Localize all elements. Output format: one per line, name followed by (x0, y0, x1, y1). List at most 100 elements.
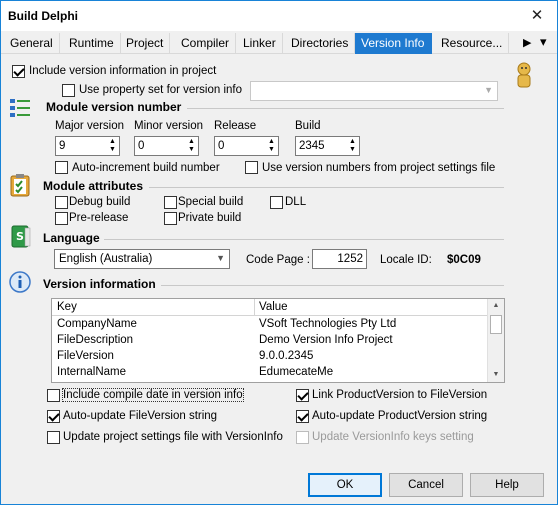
spin-arrows-icon[interactable]: ▲ ▼ (186, 138, 197, 154)
include-version-checkbox[interactable] (12, 65, 25, 78)
major-version-spinner[interactable]: 9 ▲ ▼ (55, 136, 120, 156)
numbered-list-icon (10, 99, 30, 117)
cancel-button[interactable]: Cancel (389, 473, 463, 497)
close-button[interactable]: ✕ (523, 5, 551, 27)
divider (187, 108, 504, 109)
update-versioninfo-keys-checkbox (296, 431, 309, 444)
table-row[interactable]: FileDescription Demo Version Info Projec… (52, 333, 488, 349)
scroll-down-icon[interactable]: ▼ (488, 368, 504, 382)
release-spinner[interactable]: 0 ▲ ▼ (214, 136, 279, 156)
chevron-down-icon: ▼ (216, 253, 225, 263)
build-label: Build (295, 120, 321, 132)
include-compile-date-label: Include compile date in version info (62, 388, 244, 402)
scroll-thumb[interactable] (490, 315, 502, 334)
auto-update-file-version-label: Auto-update FileVersion string (63, 410, 218, 422)
column-divider[interactable] (254, 299, 255, 316)
auto-increment-checkbox[interactable] (55, 161, 68, 174)
code-page-field[interactable]: 1252 (312, 249, 367, 269)
special-build-label: Special build (178, 196, 244, 208)
clipboard-icon (10, 174, 30, 197)
locale-id-label: Locale ID: (380, 254, 432, 266)
tab-menu-icon[interactable]: ▾ (540, 34, 547, 50)
dll-checkbox[interactable] (270, 196, 283, 209)
value-cell: VSoft Technologies Pty Ltd (259, 318, 397, 330)
tab-resource[interactable]: Resource... (435, 33, 510, 54)
column-header-value[interactable]: Value (259, 301, 288, 313)
language-book-icon: S (11, 225, 31, 248)
table-scrollbar[interactable]: ▲ ▼ (487, 299, 504, 382)
release-label: Release (214, 120, 257, 132)
ok-button[interactable]: OK (308, 473, 382, 497)
tab-general[interactable]: General (4, 33, 60, 54)
update-versioninfo-keys-label: Update VersionInfo keys setting (312, 431, 474, 443)
help-button[interactable]: Help (470, 473, 544, 497)
major-version-label: Major version (55, 120, 125, 132)
column-header-key[interactable]: Key (57, 301, 77, 313)
debug-build-label: Debug build (69, 196, 131, 208)
table-header: Key Value (52, 299, 488, 316)
tab-scroll-right-icon[interactable]: ▶ (523, 36, 531, 49)
value-cell: Demo Version Info Project (259, 334, 393, 346)
build-spinner[interactable]: 2345 ▲ ▼ (295, 136, 360, 156)
key-cell: CompanyName (57, 318, 137, 330)
tab-project[interactable]: Project (120, 33, 171, 54)
divider (161, 285, 504, 286)
language-combo[interactable]: English (Australia) ▼ (54, 249, 230, 269)
use-property-set-label: Use property set for version info (79, 84, 242, 96)
person-icon (517, 62, 531, 88)
minor-version-spinner[interactable]: 0 ▲ ▼ (134, 136, 199, 156)
auto-update-file-version-checkbox[interactable] (47, 410, 60, 423)
tab-linker[interactable]: Linker (237, 33, 283, 54)
update-project-settings-checkbox[interactable] (47, 431, 60, 444)
info-icon (9, 271, 31, 293)
auto-update-product-version-label: Auto-update ProductVersion string (312, 410, 488, 422)
update-project-settings-label: Update project settings file with Versio… (63, 431, 283, 443)
use-property-set-checkbox[interactable] (62, 84, 75, 97)
svg-text:S: S (16, 230, 24, 243)
spin-arrows-icon[interactable]: ▲ ▼ (347, 138, 358, 154)
divider (104, 239, 504, 240)
divider (149, 187, 504, 188)
code-page-label: Code Page : (246, 254, 310, 266)
language-title: Language (43, 231, 100, 245)
include-version-label: Include version information in project (29, 65, 217, 77)
window-title: Build Delphi (8, 9, 78, 23)
private-build-checkbox[interactable] (164, 212, 177, 225)
spin-arrows-icon[interactable]: ▲ ▼ (107, 138, 118, 154)
chevron-down-icon: ▼ (484, 85, 493, 95)
tab-compiler[interactable]: Compiler (175, 33, 237, 54)
key-cell: FileDescription (57, 334, 134, 346)
table-row[interactable]: FileVersion 9.0.0.2345 (52, 349, 488, 365)
debug-build-checkbox[interactable] (55, 196, 68, 209)
tab-version-info[interactable]: Version Info (355, 33, 432, 54)
auto-update-product-version-checkbox[interactable] (296, 410, 309, 423)
value-cell: EdumecateMe (259, 366, 334, 378)
dll-label: DLL (285, 196, 307, 208)
include-compile-date-checkbox[interactable] (47, 389, 60, 402)
title-bar: Build Delphi ✕ (1, 1, 557, 31)
scroll-up-icon[interactable]: ▲ (488, 299, 504, 313)
key-cell: InternalName (57, 366, 127, 378)
tab-directories[interactable]: Directories (285, 33, 356, 54)
version-info-table[interactable]: Key Value CompanyName VSoft Technologies… (51, 298, 505, 383)
use-project-numbers-checkbox[interactable] (245, 161, 258, 174)
private-build-label: Private build (178, 212, 242, 224)
special-build-checkbox[interactable] (164, 196, 177, 209)
property-set-combo[interactable]: ▼ (250, 81, 498, 101)
table-row[interactable]: CompanyName VSoft Technologies Pty Ltd (52, 317, 488, 333)
locale-id-value: $0C09 (447, 254, 481, 266)
pre-release-checkbox[interactable] (55, 212, 68, 225)
tab-strip: General Runtime Project Compiler Linker … (1, 33, 557, 54)
key-cell: FileVersion (57, 350, 114, 362)
version-information-title: Version information (43, 277, 156, 291)
value-cell: 9.0.0.2345 (259, 350, 314, 362)
use-project-numbers-label: Use version numbers from project setting… (262, 162, 496, 174)
spin-arrows-icon[interactable]: ▲ ▼ (266, 138, 277, 154)
link-product-version-checkbox[interactable] (296, 389, 309, 402)
table-row[interactable]: InternalName EdumecateMe (52, 365, 488, 381)
pre-release-label: Pre-release (69, 212, 129, 224)
link-product-version-label: Link ProductVersion to FileVersion (312, 389, 488, 401)
minor-version-label: Minor version (134, 120, 204, 132)
module-attributes-title: Module attributes (43, 179, 144, 193)
tab-runtime[interactable]: Runtime (63, 33, 121, 54)
